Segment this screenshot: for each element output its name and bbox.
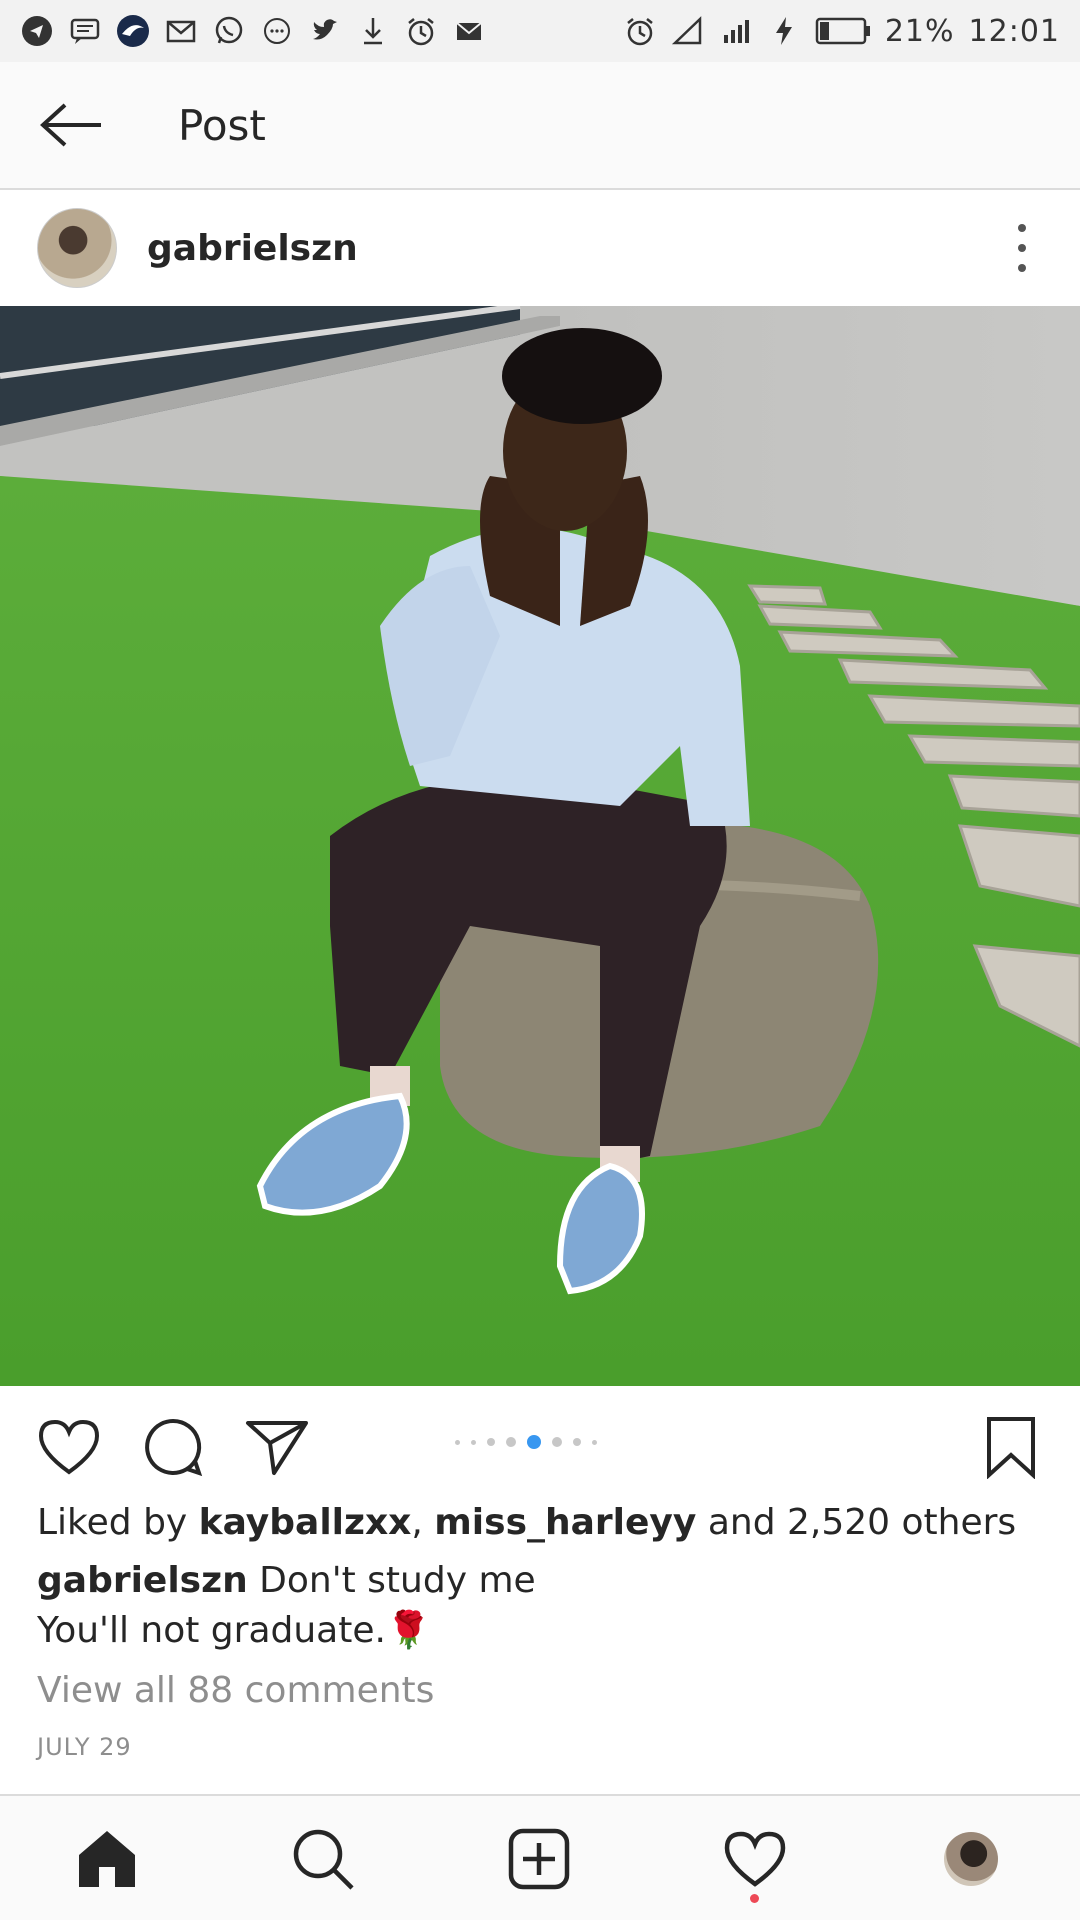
alarm-icon (404, 14, 438, 48)
more-dot (1018, 244, 1026, 252)
comment-button[interactable] (138, 1412, 208, 1482)
caption-username[interactable]: gabrielszn (37, 1560, 248, 1601)
nav-profile[interactable] (934, 1822, 1008, 1896)
battery-icon (815, 14, 871, 48)
caption-text: You'll not graduate.🌹 (37, 1610, 431, 1651)
nav-activity[interactable] (718, 1822, 792, 1896)
activity-icon (724, 1831, 786, 1887)
battery-percentage: 21% (884, 13, 955, 49)
comment-icon (145, 1418, 203, 1477)
profile-avatar (944, 1832, 998, 1886)
carousel-dot (592, 1439, 597, 1445)
liker-username[interactable]: miss_harleyy (434, 1502, 696, 1543)
bottom-nav (0, 1794, 1080, 1920)
post-photo[interactable] (0, 306, 1080, 1386)
nav-home[interactable] (70, 1822, 144, 1896)
chat-icon (260, 14, 294, 48)
post-caption: gabrielszn Don't study me You'll not gra… (37, 1556, 536, 1656)
app-icon (116, 14, 150, 48)
page-title: Post (178, 100, 266, 150)
carousel-indicator (455, 1435, 597, 1449)
liker-username[interactable]: kayballzxx (199, 1502, 412, 1543)
like-button[interactable] (34, 1412, 104, 1482)
twitter-icon (308, 14, 342, 48)
photo-image (0, 306, 1080, 1386)
gmail-icon (164, 14, 198, 48)
notification-icons (20, 14, 486, 48)
likes-prefix: Liked by (37, 1502, 199, 1543)
whatsapp-icon (212, 14, 246, 48)
network-icon (719, 14, 753, 48)
post-header: gabrielszn (0, 190, 1080, 306)
system-icons: 21% 12:01 (623, 14, 1060, 49)
telegram-icon (20, 14, 54, 48)
likes-summary[interactable]: Liked by kayballzxx, miss_harleyy and 2,… (37, 1502, 1016, 1543)
caption-text: Don't study me (247, 1560, 536, 1601)
notification-dot (750, 1894, 759, 1903)
add-post-icon (508, 1828, 570, 1890)
more-options-button[interactable] (1002, 218, 1042, 278)
heart-icon (38, 1419, 100, 1475)
avatar[interactable] (37, 208, 117, 288)
carousel-dot (506, 1437, 516, 1447)
app-bar: Post (0, 62, 1080, 190)
carousel-dot (455, 1439, 460, 1445)
message-icon (68, 14, 102, 48)
search-icon (293, 1829, 354, 1890)
more-dot (1018, 264, 1026, 272)
send-icon (246, 1421, 308, 1475)
status-bar: 21% 12:01 (0, 0, 1080, 62)
home-icon (79, 1831, 135, 1887)
carousel-dot (552, 1437, 562, 1447)
carousel-dot (487, 1438, 495, 1446)
carousel-dot (471, 1439, 476, 1445)
share-button[interactable] (242, 1412, 312, 1482)
alarm-icon (623, 14, 657, 48)
charging-icon (767, 14, 801, 48)
save-button[interactable] (976, 1412, 1046, 1482)
view-comments-link[interactable]: View all 88 comments (37, 1670, 434, 1711)
carousel-dot-active (527, 1435, 541, 1449)
nav-search[interactable] (286, 1822, 360, 1896)
likes-count: and 2,520 others (696, 1502, 1017, 1543)
download-icon (356, 14, 390, 48)
signal-icon (671, 14, 705, 48)
post-username[interactable]: gabrielszn (147, 228, 358, 269)
more-dot (1018, 224, 1026, 232)
mail-icon (452, 14, 486, 48)
carousel-dot (573, 1438, 581, 1446)
back-button[interactable] (22, 75, 122, 175)
likes-separator: , (411, 1502, 435, 1543)
nav-new-post[interactable] (502, 1822, 576, 1896)
clock: 12:01 (968, 13, 1060, 49)
back-arrow-icon (40, 103, 101, 147)
bookmark-icon (987, 1417, 1035, 1479)
post-date: JULY 29 (37, 1733, 132, 1761)
